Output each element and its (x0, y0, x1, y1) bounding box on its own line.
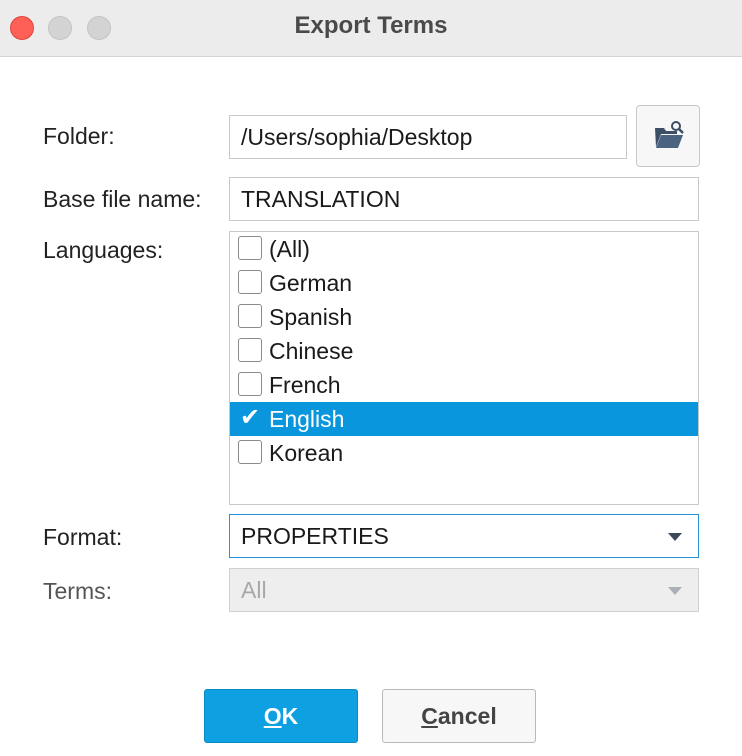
dropdown-arrow-icon (668, 533, 682, 541)
terms-dropdown: All (229, 568, 699, 612)
language-label: German (269, 270, 353, 296)
terms-label: Terms: (43, 578, 112, 604)
dropdown-arrow-icon (668, 587, 682, 595)
format-value: PROPERTIES (241, 523, 389, 549)
language-item-all[interactable]: (All) (230, 232, 698, 266)
base-file-name-field[interactable]: TRANSLATION (229, 177, 699, 221)
window-title: Export Terms (294, 12, 448, 39)
language-item-english[interactable]: ✔ English (230, 402, 698, 436)
language-label: English (269, 406, 345, 432)
ok-mnemonic: O (263, 703, 282, 729)
language-item-korean[interactable]: Korean (230, 436, 698, 470)
cancel-mnemonic: C (421, 703, 438, 729)
folder-label: Folder: (43, 123, 115, 149)
browse-folder-button[interactable] (636, 105, 700, 167)
language-item-chinese[interactable]: Chinese (230, 334, 698, 368)
checkmark-icon[interactable]: ✔ (240, 404, 260, 432)
ok-label-rest: K (281, 703, 299, 729)
terms-value: All (241, 577, 267, 603)
language-label: Spanish (269, 304, 353, 330)
language-label: (All) (269, 236, 310, 262)
language-checkbox[interactable] (238, 338, 262, 362)
folder-open-icon (655, 121, 684, 148)
export-terms-dialog: Export Terms Folder: /Users/sophia/Deskt… (0, 0, 742, 756)
languages-label: Languages: (43, 237, 164, 263)
language-label: Chinese (269, 338, 354, 364)
language-checkbox[interactable] (238, 440, 262, 464)
title-bar: Export Terms (0, 0, 742, 57)
language-checkbox[interactable] (238, 270, 262, 294)
base-file-name-label: Base file name: (43, 186, 202, 212)
language-checkbox[interactable] (238, 372, 262, 396)
format-label: Format: (43, 524, 123, 550)
ok-button[interactable]: OK (204, 689, 358, 743)
language-label: French (269, 372, 341, 398)
languages-list[interactable]: (All) German Spanish Chinese French ✔ En… (229, 231, 699, 505)
cancel-label-rest: ancel (437, 703, 497, 729)
cancel-button[interactable]: Cancel (382, 689, 536, 743)
language-checkbox[interactable] (238, 304, 262, 328)
language-item-french[interactable]: French (230, 368, 698, 402)
language-label: Korean (269, 440, 344, 466)
dialog-body: Folder: /Users/sophia/Desktop Base file … (0, 57, 742, 756)
folder-field[interactable]: /Users/sophia/Desktop (229, 115, 627, 159)
language-item-german[interactable]: German (230, 266, 698, 300)
format-dropdown[interactable]: PROPERTIES (229, 514, 699, 558)
language-item-spanish[interactable]: Spanish (230, 300, 698, 334)
language-checkbox[interactable] (238, 236, 262, 260)
